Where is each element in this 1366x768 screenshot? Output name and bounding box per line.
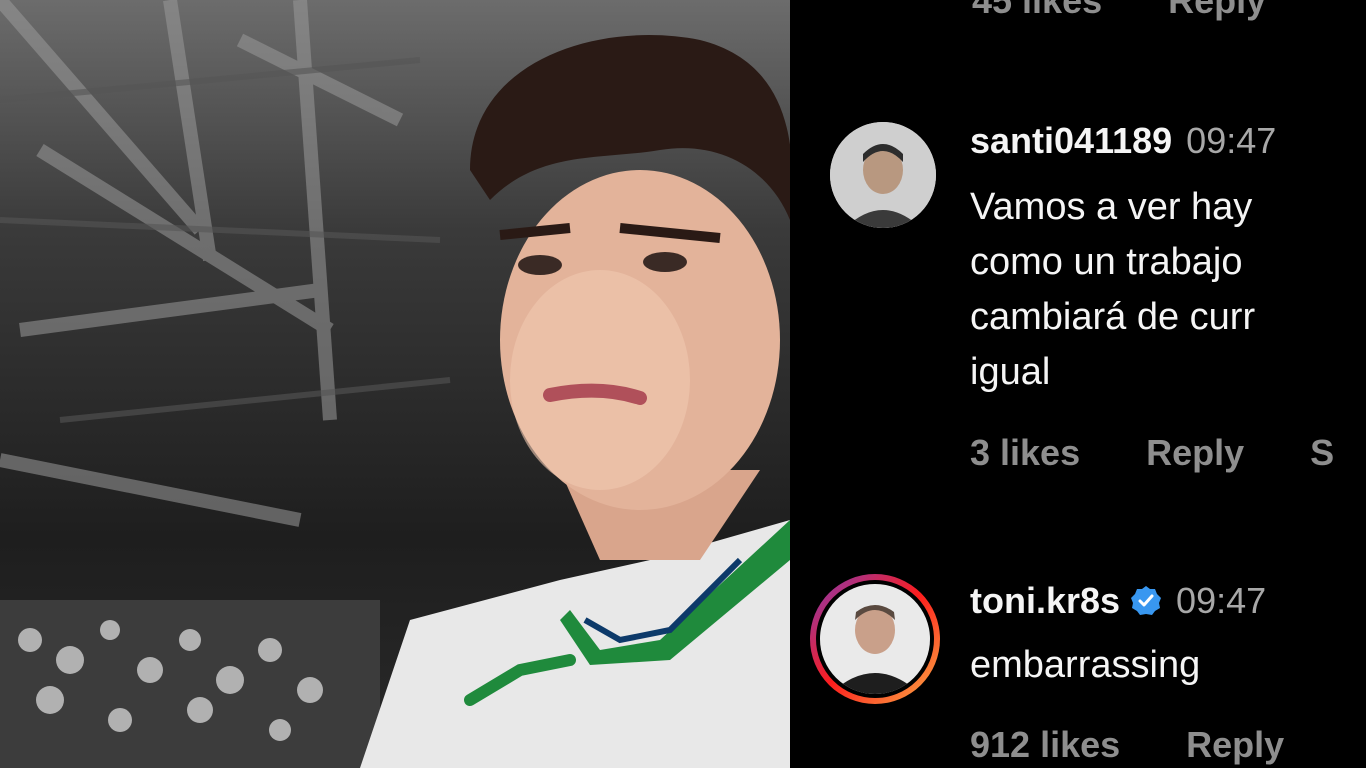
comment-header: santi041189 09:47 [970,120,1276,162]
comments-panel: 45 likes Reply santi041189 09:47 Vamos a … [790,0,1366,768]
verified-badge-icon [1131,586,1162,615]
reply-button[interactable]: Reply [1168,0,1266,21]
comment-text: Vamos a ver hay como un trabajo cambiará… [970,180,1255,400]
comment-line: igual [970,351,1051,393]
comment-meta: 912 likes Reply [970,724,1340,766]
comment-line: como un trabajo [970,241,1243,283]
comment-header: toni.kr8s 09:47 [970,580,1266,622]
timestamp: 09:47 [1176,580,1267,621]
comment-meta: 3 likes Reply S [970,432,1366,474]
see-translation-button[interactable]: S [1310,432,1334,473]
player-photo-illustration [0,0,790,768]
reply-button[interactable]: Reply [1146,432,1244,473]
likes-count[interactable]: 45 likes [972,0,1102,21]
comment-line: cambiará de curr [970,296,1256,338]
username[interactable]: santi041189 [970,120,1172,161]
comment-text: embarrassing [970,638,1200,693]
avatar [816,580,934,698]
avatar-story-ring[interactable] [810,574,940,704]
user-avatar-image [830,122,936,228]
post-photo [0,0,790,768]
user-avatar-image [820,584,930,694]
timestamp: 09:47 [1186,120,1277,161]
avatar[interactable] [830,122,936,228]
comment-line: Vamos a ver hay [970,186,1253,228]
likes-count[interactable]: 912 likes [970,724,1120,765]
likes-count[interactable]: 3 likes [970,432,1080,473]
comment-meta-previous: 45 likes Reply [972,0,1322,22]
reply-button[interactable]: Reply [1186,724,1284,765]
comment-line: embarrassing [970,644,1201,686]
username[interactable]: toni.kr8s [970,580,1120,621]
